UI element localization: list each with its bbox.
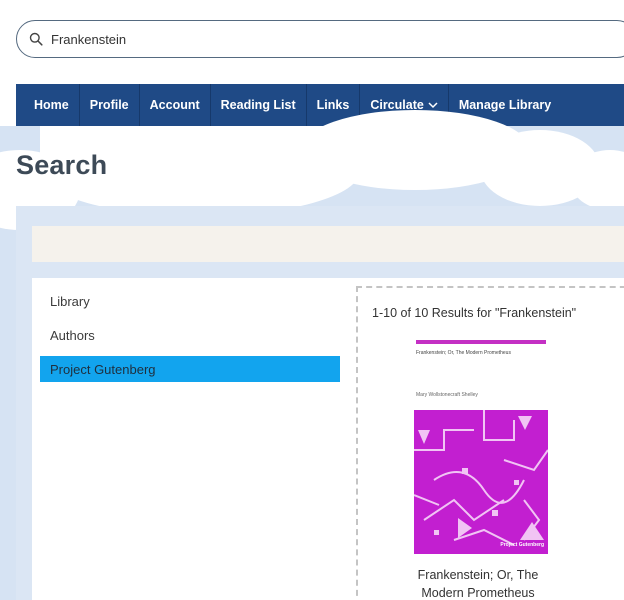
cover-brand-text: Project Gutenberg [500,542,544,548]
sidebar-item-library[interactable]: Library [40,288,340,314]
book-title-link[interactable]: Frankenstein; Or, The Modern Prometheus [398,566,558,600]
results-count: 1-10 of 10 Results for "Frankenstein" [372,306,577,320]
sidebar-item-label: Library [50,293,90,309]
nav-reading-list-label: Reading List [220,98,296,112]
sidebar-item-project-gutenberg[interactable]: Project Gutenberg [40,356,340,382]
nav-manage-library-label: Manage Library [458,98,552,112]
nav-reading-list[interactable]: Reading List [211,84,306,126]
sidebar-item-label: Project Gutenberg [50,361,156,377]
nav-profile-label: Profile [89,98,129,112]
nav-links-label: Links [316,98,350,112]
cover-artwork [414,410,548,554]
main-nav: Home Profile Account Reading List Links … [16,84,624,126]
chevron-down-icon [428,102,438,109]
nav-profile[interactable]: Profile [80,84,139,126]
cover-title: Frankenstein; Or, The Modern Prometheus [416,350,511,356]
cover-accent-bar [416,340,546,344]
page-root: Home Profile Account Reading List Links … [0,0,624,600]
nav-account[interactable]: Account [140,84,210,126]
filter-bar [32,226,624,262]
page-title: Search [16,150,108,180]
nav-home-label: Home [34,98,69,112]
sidebar-item-label: Authors [50,327,95,343]
cover-author: Mary Wollstonecraft Shelley [416,392,478,398]
book-title-line: Frankenstein; Or, The [417,568,539,582]
book-cover[interactable]: Frankenstein; Or, The Modern Prometheus … [410,338,550,558]
nav-home[interactable]: Home [24,84,79,126]
search-bar[interactable] [16,20,624,58]
search-input[interactable] [51,31,551,47]
book-title-line: Modern Prometheus [421,586,535,600]
sidebar-item-authors[interactable]: Authors [40,322,340,348]
search-icon [29,32,43,46]
nav-account-label: Account [149,98,200,112]
